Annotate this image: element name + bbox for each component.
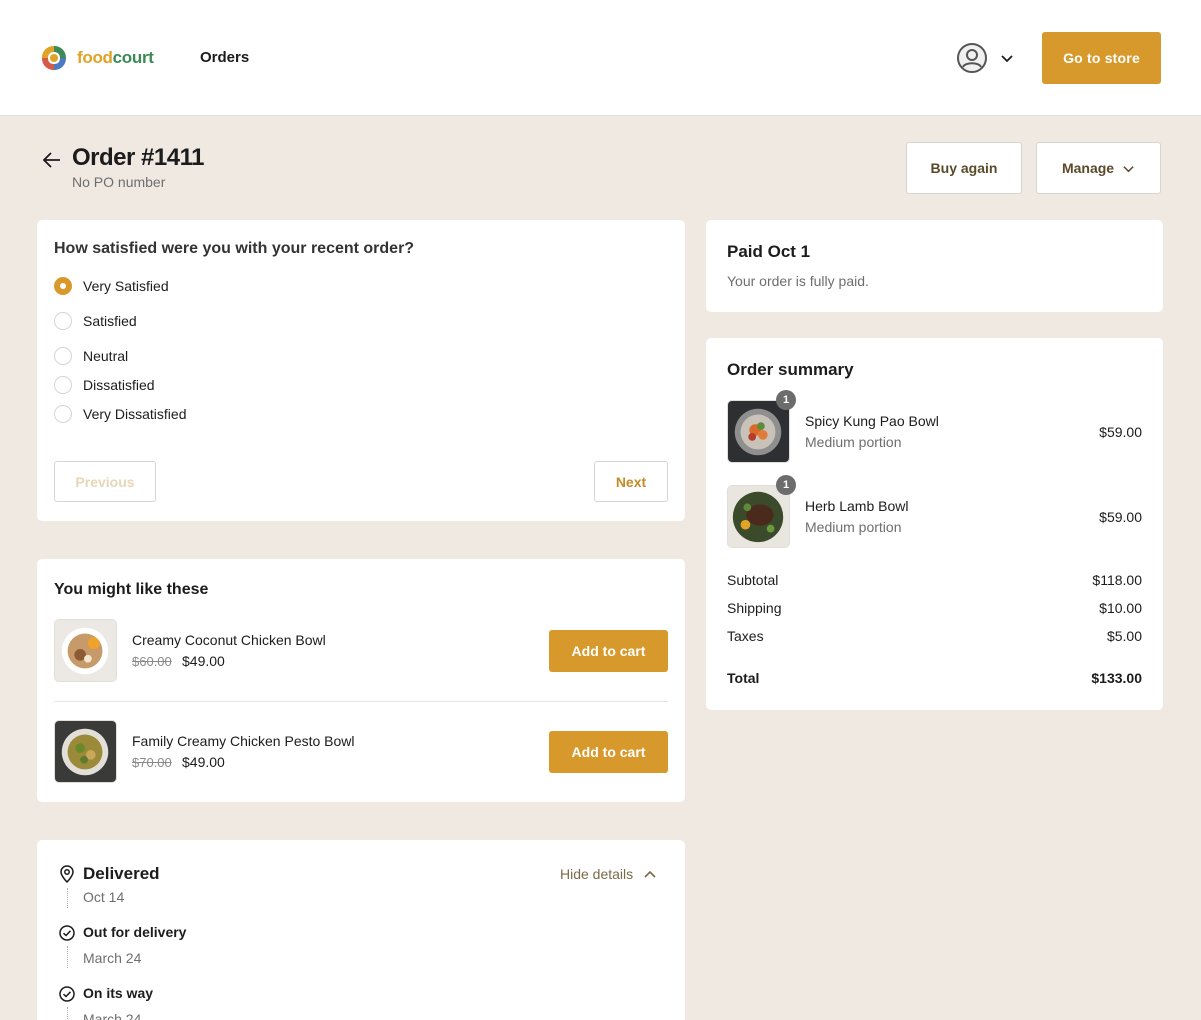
recommendations-card: You might like these Creamy Coconut Chic… xyxy=(37,559,685,802)
po-number: No PO number xyxy=(72,174,166,190)
timeline-connector xyxy=(67,946,68,968)
subtotal-value: $118.00 xyxy=(1092,572,1142,588)
item-variant: Medium portion xyxy=(805,434,902,450)
timeline-step-date: March 24 xyxy=(83,1011,142,1020)
foodcourt-logo-icon xyxy=(38,42,70,74)
sale-price: $49.00 xyxy=(182,653,225,669)
item-name: Herb Lamb Bowl xyxy=(805,498,909,514)
order-summary-title: Order summary xyxy=(727,360,854,379)
chevron-up-icon xyxy=(644,870,656,878)
add-to-cart-button[interactable]: Add to cart xyxy=(549,630,668,672)
divider xyxy=(54,701,668,702)
shipping-label: Shipping xyxy=(727,600,782,616)
account-menu[interactable] xyxy=(956,42,1014,74)
total-value: $133.00 xyxy=(1091,670,1142,686)
check-circle-icon xyxy=(59,925,75,941)
top-bar: foodcourt Orders Go to store xyxy=(0,0,1201,116)
check-circle-icon xyxy=(59,986,75,1002)
item-price: $59.00 xyxy=(1099,424,1142,440)
product-name[interactable]: Family Creamy Chicken Pesto Bowl xyxy=(132,733,355,749)
original-price: $70.00 xyxy=(132,755,172,770)
option-label: Very Satisfied xyxy=(83,278,169,294)
option-very-dissatisfied[interactable]: Very Dissatisfied xyxy=(54,405,186,423)
hide-details-toggle[interactable]: Hide details xyxy=(560,866,657,882)
nav-orders-link[interactable]: Orders xyxy=(200,49,249,66)
brand-name: foodcourt xyxy=(77,48,154,67)
timeline-step-date: March 24 xyxy=(83,950,142,966)
subtotal-label: Subtotal xyxy=(727,572,779,588)
chevron-down-icon xyxy=(1001,55,1013,63)
option-label: Satisfied xyxy=(83,313,137,329)
shipping-value: $10.00 xyxy=(1099,600,1142,616)
radio[interactable] xyxy=(54,347,72,365)
product-thumbnail[interactable] xyxy=(727,485,790,548)
quantity-badge: 1 xyxy=(776,475,796,495)
user-circle-icon xyxy=(957,43,987,73)
coconut-chicken-bowl-image xyxy=(55,620,116,681)
option-label: Very Dissatisfied xyxy=(83,406,187,422)
delivery-status-card: Delivered Oct 14 Hide details Out for de… xyxy=(37,840,685,1020)
payment-status-title: Paid Oct 1 xyxy=(727,242,811,261)
option-neutral[interactable]: Neutral xyxy=(54,347,128,365)
item-name: Spicy Kung Pao Bowl xyxy=(805,413,939,429)
recommendations-title: You might like these xyxy=(54,581,209,598)
radio-selected[interactable] xyxy=(54,277,72,295)
timeline-step-title: On its way xyxy=(83,985,154,1001)
item-price: $59.00 xyxy=(1099,509,1142,525)
option-satisfied[interactable]: Satisfied xyxy=(54,312,137,330)
page-title: Order #1411 xyxy=(72,144,204,171)
product-thumbnail[interactable] xyxy=(54,619,117,682)
option-label: Dissatisfied xyxy=(83,377,155,393)
buy-again-button[interactable]: Buy again xyxy=(906,142,1022,194)
product-name[interactable]: Creamy Coconut Chicken Bowl xyxy=(132,632,326,648)
item-variant: Medium portion xyxy=(805,519,902,535)
delivery-status-title: Delivered xyxy=(83,864,160,883)
product-thumbnail[interactable] xyxy=(54,720,117,783)
brand-logo[interactable]: foodcourt xyxy=(38,42,154,74)
location-pin-icon xyxy=(60,865,74,883)
taxes-label: Taxes xyxy=(727,628,764,644)
payment-status-text: Your order is fully paid. xyxy=(727,273,869,289)
previous-button[interactable]: Previous xyxy=(54,461,156,502)
go-to-store-button[interactable]: Go to store xyxy=(1042,32,1161,84)
kung-pao-bowl-image xyxy=(728,401,789,462)
add-to-cart-button[interactable]: Add to cart xyxy=(549,731,668,773)
manage-label: Manage xyxy=(1061,160,1115,176)
survey-question: How satisfied were you with your recent … xyxy=(54,240,415,257)
chevron-down-icon xyxy=(1123,165,1134,172)
product-thumbnail[interactable] xyxy=(727,400,790,463)
taxes-value: $5.00 xyxy=(1106,628,1142,644)
quantity-badge: 1 xyxy=(776,390,796,410)
pesto-chicken-bowl-image xyxy=(55,721,116,782)
next-button[interactable]: Next xyxy=(594,461,668,502)
sale-price: $49.00 xyxy=(182,754,225,770)
timeline-connector xyxy=(67,1007,68,1020)
timeline-connector xyxy=(67,888,68,908)
option-very-satisfied[interactable]: Very Satisfied xyxy=(54,277,169,295)
original-price: $60.00 xyxy=(132,654,172,669)
option-label: Neutral xyxy=(83,348,129,364)
radio[interactable] xyxy=(54,376,72,394)
delivery-date: Oct 14 xyxy=(83,889,125,905)
option-dissatisfied[interactable]: Dissatisfied xyxy=(54,376,155,394)
timeline-step-title: Out for delivery xyxy=(83,924,187,940)
total-label: Total xyxy=(727,670,760,686)
radio[interactable] xyxy=(54,312,72,330)
order-summary-card: Order summary 1 Spicy Kung Pao Bowl Medi… xyxy=(706,338,1163,710)
buy-again-label: Buy again xyxy=(930,160,998,176)
herb-lamb-bowl-image xyxy=(728,486,789,547)
radio[interactable] xyxy=(54,405,72,423)
hide-details-label: Hide details xyxy=(560,866,634,882)
payment-status-card: Paid Oct 1 Your order is fully paid. xyxy=(706,220,1163,312)
manage-button[interactable]: Manage xyxy=(1036,142,1161,194)
back-arrow-icon[interactable] xyxy=(40,148,64,172)
satisfaction-survey-card: How satisfied were you with your recent … xyxy=(37,220,685,521)
